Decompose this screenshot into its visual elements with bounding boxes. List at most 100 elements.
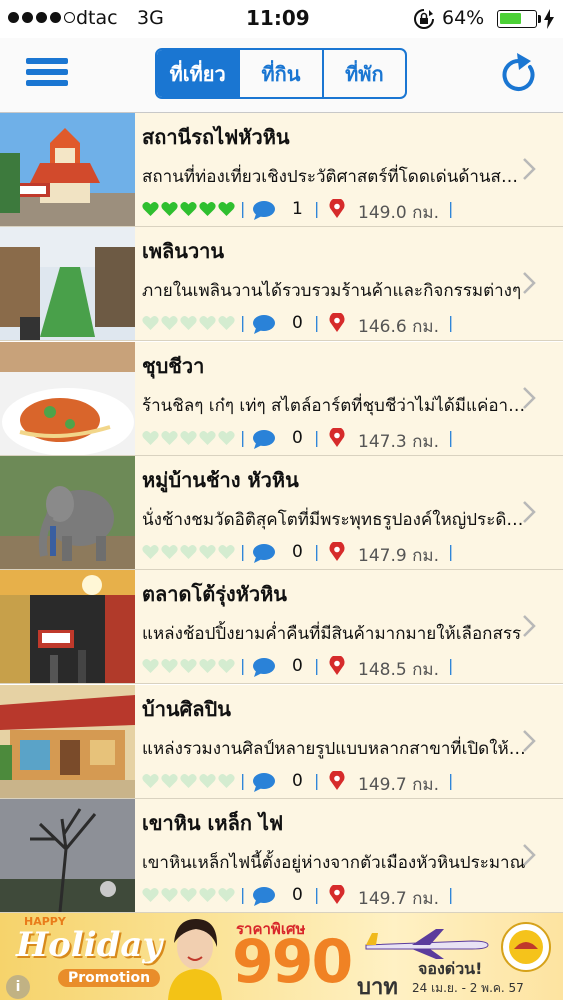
rating-heart-icon xyxy=(199,887,216,902)
separator: | xyxy=(240,199,246,218)
list-item[interactable]: ตลาดโต้รุ่งหัวหิน แหล่งช้อปปิ้งยามค่ำคืน… xyxy=(0,570,563,685)
place-description: แหล่งช้อปปิ้งยามค่ำคืนที่มีสินค้ามากมายใ… xyxy=(142,624,522,645)
separator: | xyxy=(240,313,246,333)
rating-heart-icon xyxy=(218,544,235,559)
location-pin-icon xyxy=(329,313,345,333)
signal-dot xyxy=(50,12,61,23)
rating-hearts xyxy=(142,315,235,331)
rating-heart-icon xyxy=(218,316,235,331)
rating-heart-icon xyxy=(161,430,178,445)
place-thumbnail xyxy=(0,455,135,569)
signal-dot xyxy=(22,12,33,23)
comment-icon xyxy=(253,201,275,220)
battery-icon xyxy=(497,10,537,28)
rating-heart-icon xyxy=(180,544,197,559)
place-thumbnail xyxy=(0,227,135,341)
comment-icon xyxy=(253,772,275,792)
menu-icon[interactable] xyxy=(26,58,68,90)
comment-count: 0 xyxy=(292,656,303,677)
battery-cap xyxy=(538,15,541,23)
list-item[interactable]: หมู่บ้านช้าง หัวหิน นั่งช้างชมวัดอิติสุค… xyxy=(0,455,563,570)
place-title: ชุบชีวา xyxy=(142,353,205,378)
list-item[interactable]: สถานีรถไฟหัวหิน สถานที่ท่องเที่ยวเชิงประ… xyxy=(0,113,563,227)
place-meta: | 0 | 147.3 กม. | xyxy=(142,427,542,452)
rating-heart-icon xyxy=(161,887,178,902)
separator: | xyxy=(448,199,454,218)
place-title: เพลินวาน xyxy=(142,239,225,264)
comment-icon xyxy=(253,886,275,906)
tab-attractions[interactable]: ที่เที่ยว xyxy=(157,50,241,97)
separator: | xyxy=(240,770,246,790)
place-title: ตลาดโต้รุ่งหัวหิน xyxy=(142,582,287,607)
place-title: สถานีรถไฟหัวหิน xyxy=(142,125,290,149)
banner-promotion-text: Promotion xyxy=(58,969,161,987)
place-distance: 148.5 กม. xyxy=(358,660,439,681)
place-meta: | 1 | 149.0 กม. | xyxy=(142,199,542,223)
banner-dates: 24 เม.ย. - 2 พ.ค. 57 xyxy=(412,981,524,995)
signal-strength-icon xyxy=(8,12,75,23)
ad-info-icon[interactable]: i xyxy=(6,975,30,999)
rating-hearts xyxy=(142,887,235,903)
place-list: สถานีรถไฟหัวหิน สถานที่ท่องเที่ยวเชิงประ… xyxy=(0,113,563,913)
rating-heart-icon xyxy=(142,202,159,216)
rating-hearts xyxy=(142,430,235,446)
carrier-name: dtac xyxy=(76,7,118,29)
chevron-right-icon xyxy=(523,386,536,409)
location-pin-icon xyxy=(329,884,345,904)
chevron-right-icon xyxy=(523,843,536,866)
chevron-right-icon xyxy=(523,729,536,752)
separator: | xyxy=(448,656,454,676)
place-thumbnail xyxy=(0,341,135,455)
location-pin-icon xyxy=(329,770,345,790)
list-item[interactable]: เขาหิน เหล็ก ไฟ เขาหินเหล็กไฟนี้ตั้งอยู่… xyxy=(0,798,563,913)
separator: | xyxy=(240,541,246,561)
place-title: บ้านศิลปิน xyxy=(142,696,231,721)
comment-count: 0 xyxy=(292,427,303,448)
comment-count: 0 xyxy=(292,541,303,562)
separator: | xyxy=(240,656,246,676)
rating-heart-icon xyxy=(199,544,216,559)
ad-banner[interactable]: HAPPY Holiday Promotion ราคาพิเศษ 990 บา… xyxy=(0,913,563,1000)
list-item[interactable]: บ้านศิลปิน แหล่งรวมงานศิลป์หลายรูปแบบหลา… xyxy=(0,684,563,799)
rating-heart-icon xyxy=(218,659,235,674)
rating-heart-icon xyxy=(142,430,159,445)
place-description: ร้านชิลๆ เก๋ๆ เท่ๆ สไตล์อาร์ตที่ชุบชีว่า… xyxy=(142,395,526,416)
separator: | xyxy=(314,199,320,218)
signal-dot xyxy=(8,12,19,23)
rating-heart-icon xyxy=(161,316,178,331)
refresh-icon[interactable] xyxy=(500,53,538,93)
chevron-right-icon xyxy=(523,501,536,523)
list-item[interactable]: ชุบชีวา ร้านชิลๆ เก๋ๆ เท่ๆ สไตล์อาร์ตที่… xyxy=(0,341,563,456)
network-type: 3G xyxy=(137,7,164,29)
list-item[interactable]: เพลินวาน ภายในเพลินวานได้รวบรวมร้านค้าแล… xyxy=(0,227,563,342)
place-title: เขาหิน เหล็ก ไฟ xyxy=(142,810,284,835)
rating-heart-icon xyxy=(199,202,216,216)
chevron-right-icon xyxy=(523,158,536,180)
banner-price: 990 xyxy=(232,927,353,997)
separator: | xyxy=(448,770,454,790)
separator: | xyxy=(314,427,320,447)
tab-accommodation[interactable]: ที่พัก xyxy=(324,50,405,97)
separator: | xyxy=(314,313,320,333)
rating-heart-icon xyxy=(180,316,197,331)
airplane-icon xyxy=(365,929,489,959)
place-description: สถานที่ท่องเที่ยวเชิงประวัติศาสตร์ที่โดด… xyxy=(142,167,526,187)
separator: | xyxy=(314,770,320,790)
separator: | xyxy=(240,427,246,447)
status-time: 11:09 xyxy=(246,6,310,30)
rating-hearts xyxy=(142,544,235,560)
rotation-lock-icon xyxy=(414,9,434,29)
comment-count: 0 xyxy=(292,313,303,334)
rating-heart-icon xyxy=(180,887,197,902)
place-description: นั่งช้างชมวัดอิติสุคโตที่มีพระพุทธรูปองค… xyxy=(142,509,526,530)
comment-count: 1 xyxy=(292,199,303,219)
charging-bolt-icon xyxy=(544,9,554,29)
location-pin-icon xyxy=(329,427,345,447)
place-meta: | 0 | 146.6 กม. | xyxy=(142,313,542,337)
airline-logo-icon xyxy=(501,922,551,972)
comment-icon xyxy=(253,658,275,678)
separator: | xyxy=(314,656,320,676)
tab-food[interactable]: ที่กิน xyxy=(240,50,324,97)
rating-heart-icon xyxy=(161,773,178,788)
rating-heart-icon xyxy=(142,773,159,788)
